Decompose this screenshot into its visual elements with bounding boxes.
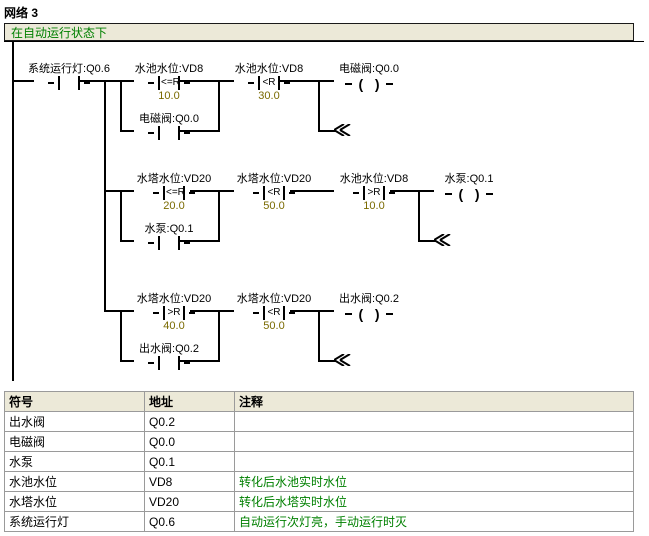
r1-parallel-solenoid: 电磁阀:Q0.0 <box>124 110 214 140</box>
table-row: 水池水位VD8转化后水池实时水位 <box>5 472 634 492</box>
table-header-row: 符号 地址 注释 <box>5 392 634 412</box>
col-symbol: 符号 <box>5 392 145 412</box>
r1-contact-sysrun: 系统运行灯:Q0.6 <box>24 60 114 90</box>
r3-continuation-icon <box>334 354 352 364</box>
col-address: 地址 <box>145 392 235 412</box>
table-row: 出水阀Q0.2 <box>5 412 634 432</box>
table-row: 电磁阀Q0.0 <box>5 432 634 452</box>
r2-continuation-icon <box>434 234 452 244</box>
r1-continuation-icon <box>334 124 352 134</box>
r2-parallel-pump: 水泵:Q0.1 <box>124 220 214 250</box>
ladder-diagram: 系统运行灯:Q0.6 水池水位:VD8 <=R 10.0 水池水位:VD8 <R… <box>4 41 644 381</box>
network-comment: 在自动运行状态下 <box>4 23 634 41</box>
r3-parallel-outlet: 出水阀:Q0.2 <box>124 340 214 370</box>
col-comment: 注释 <box>235 392 634 412</box>
r3-coil-outlet: 出水阀:Q0.2 ( ) <box>324 290 414 322</box>
r2-coil-pump: 水泵:Q0.1 ( ) <box>424 170 514 202</box>
table-row: 水泵Q0.1 <box>5 452 634 472</box>
table-row: 水塔水位VD20转化后水塔实时水位 <box>5 492 634 512</box>
table-row: 系统运行灯Q0.6自动运行次灯亮，手动运行时灭 <box>5 512 634 532</box>
symbol-table: 符号 地址 注释 出水阀Q0.2 电磁阀Q0.0 水泵Q0.1 水池水位VD8转… <box>4 391 634 532</box>
network-title: 网络 3 <box>4 4 645 21</box>
r1-coil-solenoid: 电磁阀:Q0.0 ( ) <box>324 60 414 92</box>
